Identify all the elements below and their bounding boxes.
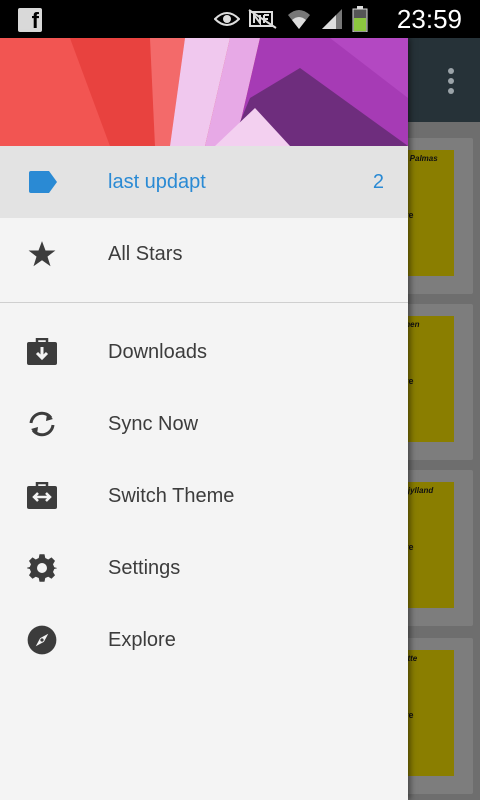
eye-icon <box>214 12 240 26</box>
nav-item-label: Downloads <box>108 341 207 363</box>
drawer-divider <box>0 302 408 303</box>
status-bar: f 23:59 <box>0 0 480 38</box>
nav-item-label: last updapt <box>108 171 206 193</box>
drawer-header-art <box>0 38 408 146</box>
signal-icon <box>322 9 342 29</box>
star-icon <box>26 240 58 268</box>
nav-item-explore[interactable]: Explore <box>0 604 408 676</box>
gear-icon <box>26 554 58 582</box>
sync-icon <box>26 410 58 438</box>
wifi-icon <box>288 10 310 29</box>
nav-item-label: All Stars <box>108 243 183 265</box>
nav-item-label: Sync Now <box>108 413 199 435</box>
nav-item-all-stars[interactable]: All Stars <box>0 218 408 290</box>
nav-item-label: Settings <box>108 557 181 579</box>
nav-item-switch-theme[interactable]: Switch Theme <box>0 460 408 532</box>
clock: 23:59 <box>396 4 462 34</box>
status-icons <box>214 6 368 32</box>
battery-icon <box>352 6 368 32</box>
overflow-menu-icon[interactable] <box>448 68 454 94</box>
nav-item-downloads[interactable]: Downloads <box>0 316 408 388</box>
navigation-drawer: last updapt 2 All Stars Downloads Sync N… <box>0 38 408 800</box>
facebook-icon: f <box>18 8 42 33</box>
nav-item-label: Explore <box>108 629 176 651</box>
compass-icon <box>26 625 58 655</box>
nav-item-count-badge: 2 <box>372 171 384 193</box>
nav-item-sync-now[interactable]: Sync Now <box>0 388 408 460</box>
switch-theme-icon <box>26 482 58 510</box>
download-briefcase-icon <box>26 338 58 366</box>
nfc-icon <box>248 9 277 29</box>
nav-item-label: Switch Theme <box>108 485 235 507</box>
nav-item-last-updapt[interactable]: last updapt 2 <box>0 146 408 218</box>
label-tag-icon <box>26 168 58 196</box>
nav-item-settings[interactable]: Settings <box>0 532 408 604</box>
